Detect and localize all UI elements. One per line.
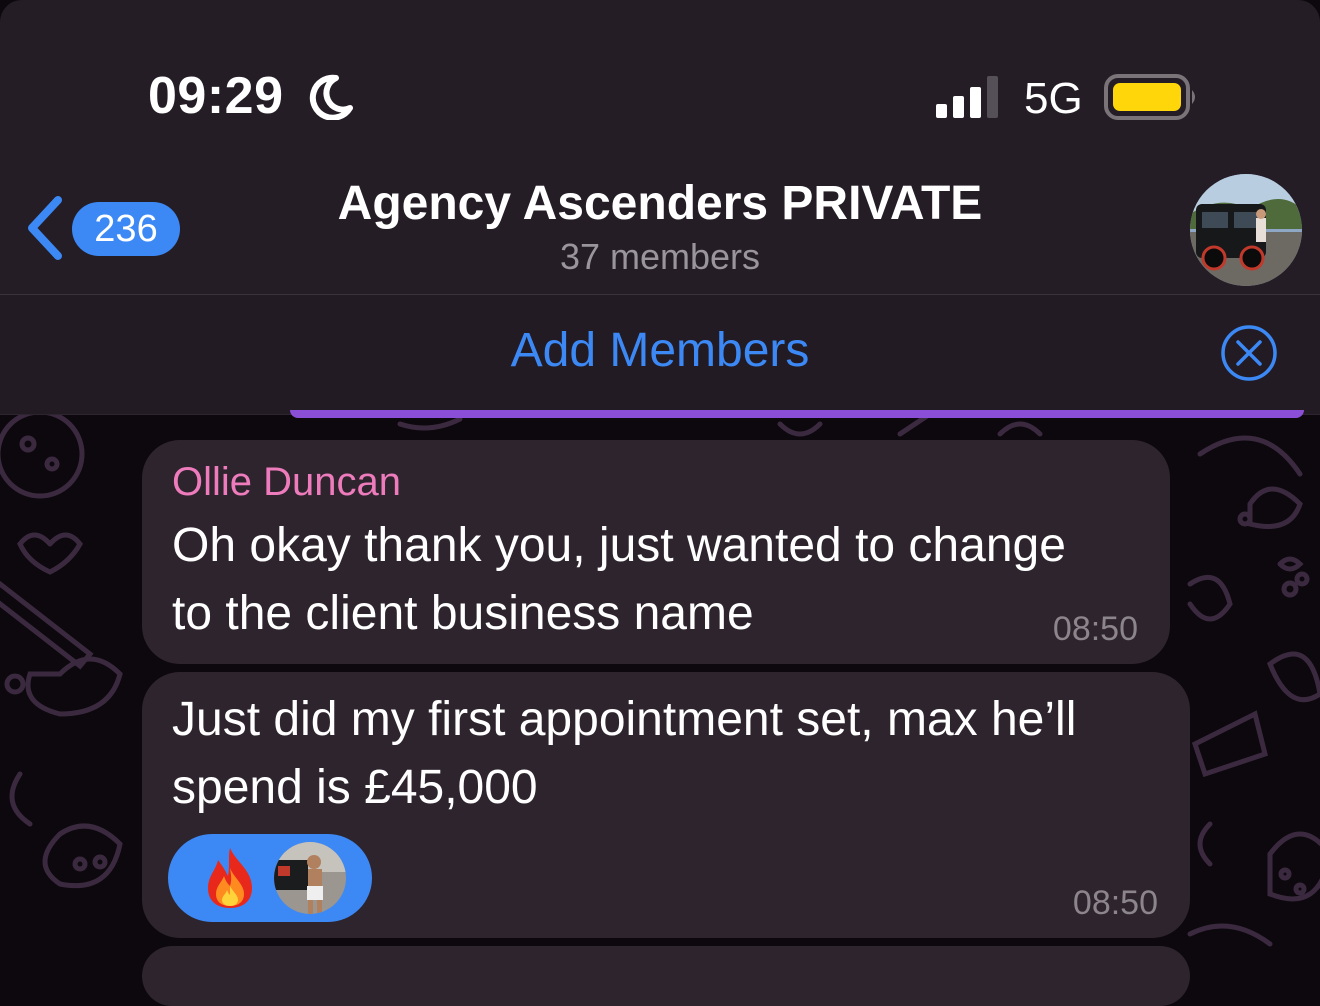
cellular-signal-icon (936, 76, 998, 118)
reaction-chip[interactable] (168, 834, 372, 922)
user-avatar (274, 842, 346, 914)
message-bubble[interactable] (142, 946, 1190, 1006)
fire-icon (208, 848, 252, 908)
add-members-bar: Add Members (0, 295, 1320, 415)
avatar-photo-icon (274, 842, 346, 914)
sender-name[interactable]: Ollie Duncan (172, 460, 401, 505)
add-members-button[interactable]: Add Members (511, 324, 810, 377)
member-count: 37 members (559, 236, 761, 277)
message-time: 08:50 (1072, 884, 1158, 922)
message-text-line: Oh okay thank you, just wanted to change (172, 519, 1066, 572)
battery-icon (1104, 74, 1195, 120)
chat-title[interactable]: Agency Ascenders PRIVATE (0, 176, 1320, 231)
message-bubble[interactable]: Ollie Duncan Oh okay thank you, just wan… (142, 440, 1170, 664)
message-text-line: spend is £45,000 (172, 761, 538, 814)
message-text-line: to the client business name (172, 587, 754, 640)
message-text-line: Just did my first appointment set, max h… (172, 693, 1077, 746)
message-time: 08:50 (1052, 610, 1138, 648)
moon-icon (309, 74, 353, 120)
status-time: 09:29 (148, 67, 284, 125)
previous-message-edge (290, 410, 1304, 418)
close-icon[interactable] (1220, 324, 1278, 382)
group-avatar[interactable] (1190, 174, 1302, 286)
chat-header: 09:29 5G 236 Agency Ascenders PRIVATE 37… (0, 0, 1320, 295)
message-bubble[interactable]: Just did my first appointment set, max h… (142, 672, 1190, 938)
avatar-photo-icon (1190, 174, 1302, 286)
network-type: 5G (1024, 74, 1083, 123)
